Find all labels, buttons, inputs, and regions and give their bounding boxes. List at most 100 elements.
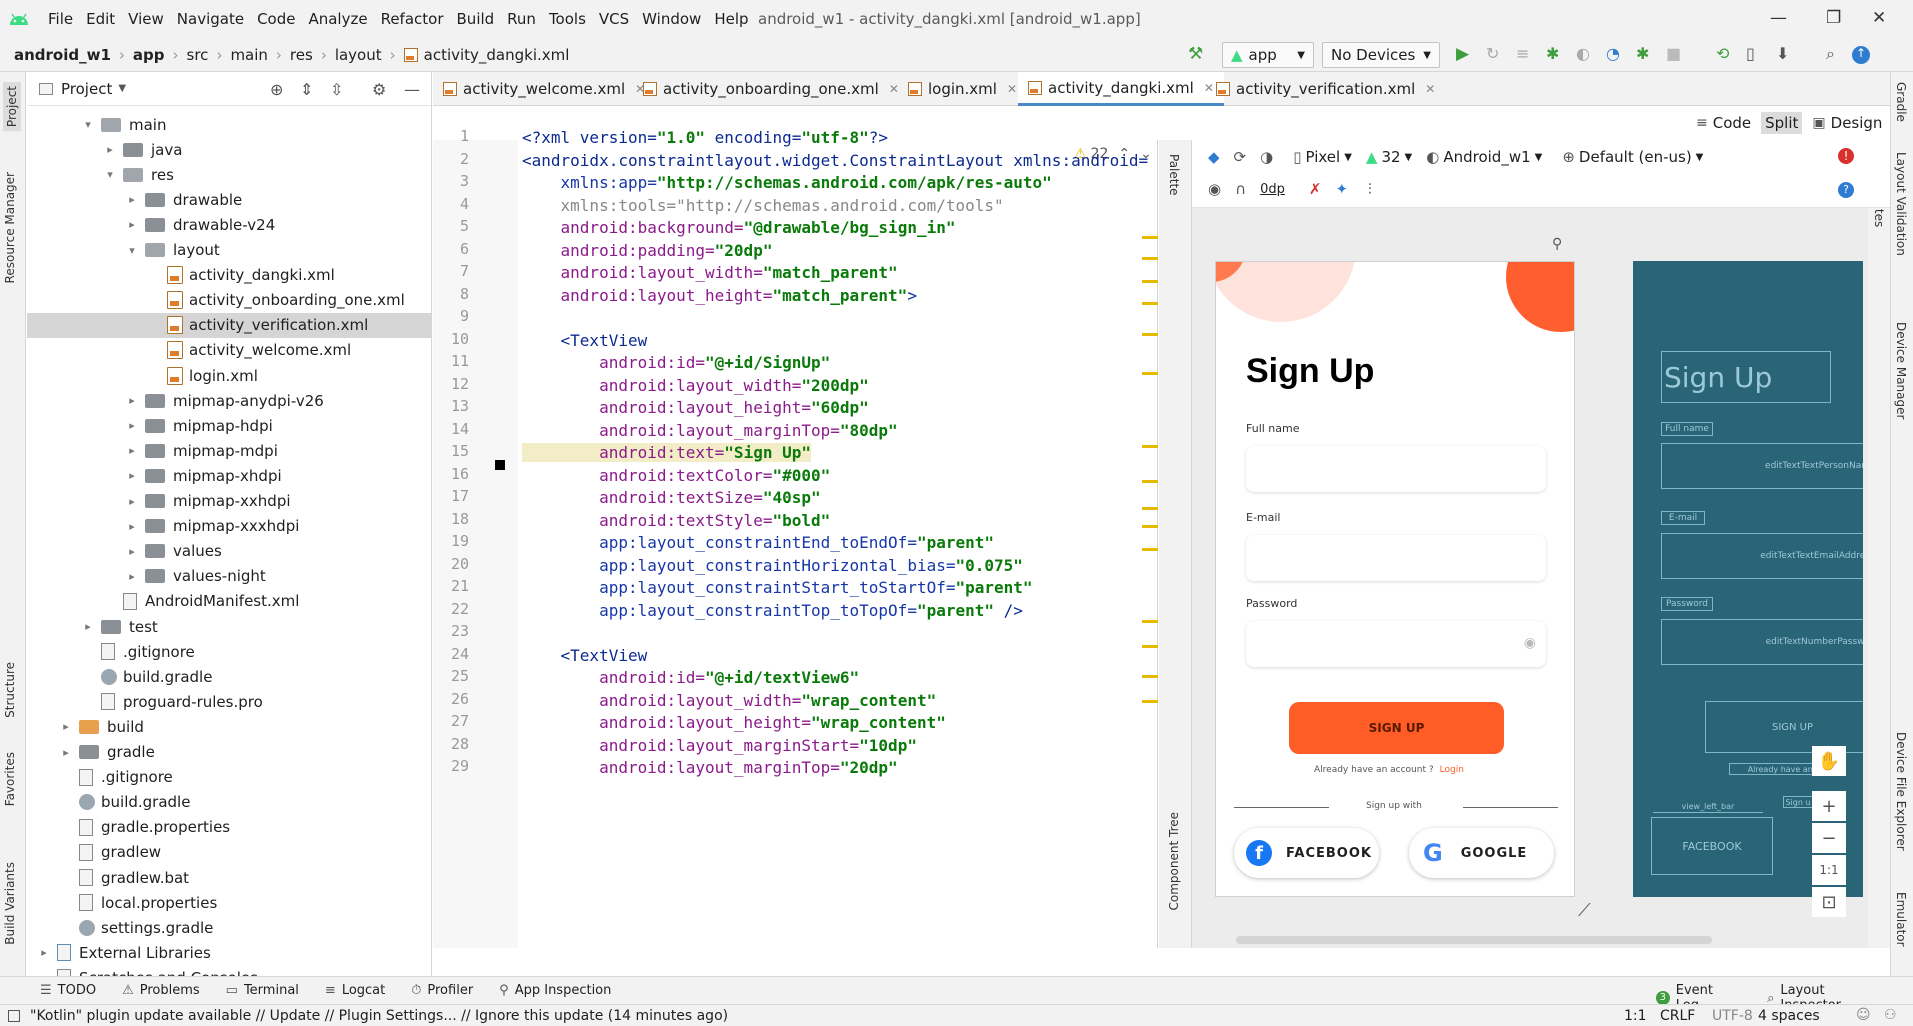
attach-debugger-icon[interactable]: ✱ (1636, 44, 1649, 63)
tree-item[interactable]: ▸ values-night (27, 564, 266, 589)
minimize-button[interactable]: — (1770, 8, 1787, 28)
tree-item[interactable]: build.gradle (27, 790, 190, 815)
device-select[interactable]: Pixel (1305, 148, 1340, 166)
default-margin[interactable]: 0dp (1260, 182, 1285, 197)
zoom-fit-icon[interactable]: ⊡ (1812, 887, 1846, 917)
crumb-file[interactable]: activity_dangki.xml (424, 46, 570, 64)
warning-marker[interactable] (1142, 372, 1158, 375)
debug-icon[interactable]: ✱ (1546, 44, 1559, 63)
tree-item[interactable]: ▸ External Libraries (27, 940, 211, 965)
tree-item[interactable]: ▸ build (27, 714, 144, 739)
warning-marker[interactable] (1142, 236, 1158, 239)
warning-marker[interactable] (1142, 675, 1158, 678)
tree-item[interactable]: ▾ res (27, 162, 174, 187)
component-tree-tab[interactable]: Component Tree (1167, 812, 1181, 910)
tree-item[interactable]: .gitignore (27, 639, 195, 664)
tree-item[interactable]: AndroidManifest.xml (27, 589, 299, 614)
gear-icon[interactable]: ⚙ (372, 80, 386, 99)
expand-arrow-icon[interactable]: ▸ (59, 746, 73, 759)
warning-marker[interactable] (1142, 645, 1158, 648)
zoom-in-button[interactable]: + (1812, 791, 1846, 821)
close-icon[interactable]: ✕ (1425, 82, 1435, 96)
tree-item[interactable]: ▾ main (27, 112, 166, 137)
menu-build[interactable]: Build (457, 10, 495, 28)
indent-setting[interactable]: 4 spaces (1758, 1008, 1820, 1024)
tab-activity-verification[interactable]: activity_verification.xml ✕ (1206, 72, 1445, 106)
bp-password-field[interactable]: editTextNumberPasswo (1661, 619, 1863, 665)
menu-analyze[interactable]: Analyze (308, 10, 367, 28)
maximize-button[interactable]: ❐ (1826, 8, 1841, 28)
warning-marker[interactable] (1142, 333, 1158, 336)
tree-item[interactable]: activity_welcome.xml (27, 338, 351, 363)
tree-item[interactable]: gradlew (27, 840, 161, 865)
attach-icon[interactable]: ◐ (1576, 44, 1590, 63)
horizontal-scrollbar[interactable] (1236, 936, 1712, 944)
tree-item[interactable]: ▸ java (27, 137, 182, 162)
run-config-select[interactable]: ▲ app ▼ (1222, 42, 1314, 68)
locate-icon[interactable]: ⊕ (270, 80, 283, 99)
tree-item[interactable]: activity_verification.xml (27, 312, 432, 338)
color-swatch-icon[interactable] (495, 460, 505, 470)
tree-item[interactable]: local.properties (27, 890, 217, 915)
tree-item[interactable]: gradle.properties (27, 815, 230, 840)
tree-item[interactable]: ▸ mipmap-xxxhdpi (27, 514, 299, 539)
crumb-res[interactable]: res (290, 46, 313, 64)
status-message[interactable]: "Kotlin" plugin update available // Upda… (30, 1008, 728, 1024)
warning-marker[interactable] (1142, 302, 1158, 305)
menu-refactor[interactable]: Refactor (381, 10, 444, 28)
bp-email-label[interactable]: E-mail (1661, 511, 1705, 525)
project-view-select[interactable]: Project (61, 80, 112, 98)
smiley-icon[interactable]: ☺ (1856, 1007, 1871, 1023)
menu-view[interactable]: View (128, 10, 164, 28)
signup-button[interactable]: SIGN UP (1289, 702, 1504, 754)
menu-code[interactable]: Code (257, 10, 295, 28)
expand-arrow-icon[interactable]: ▸ (125, 394, 139, 407)
layers-icon[interactable]: ◆ (1208, 148, 1220, 166)
theme-select[interactable]: Android_w1 (1443, 148, 1530, 166)
toolwindow-todo[interactable]: ☰ TODO (40, 983, 96, 998)
fullname-field[interactable] (1246, 446, 1546, 492)
magnet-icon[interactable]: ∩ (1235, 180, 1246, 198)
tree-item[interactable]: ▸ mipmap-mdpi (27, 438, 278, 463)
apply-changes-icon[interactable]: ↻ (1486, 44, 1499, 63)
warning-marker[interactable] (1142, 480, 1158, 483)
menu-help[interactable]: Help (714, 10, 748, 28)
tree-item[interactable]: ▸ drawable (27, 187, 242, 212)
expand-arrow-icon[interactable]: ▸ (59, 720, 73, 733)
expand-arrow-icon[interactable]: ▸ (125, 469, 139, 482)
menu-navigate[interactable]: Navigate (177, 10, 244, 28)
favorites-tool-tab[interactable]: Favorites (3, 752, 17, 806)
google-button[interactable]: G GOOGLE (1409, 828, 1554, 878)
chevron-down-icon[interactable]: ▼ (118, 83, 126, 94)
device-select[interactable]: No Devices ▼ (1322, 42, 1440, 68)
tree-item[interactable]: ▸ mipmap-hdpi (27, 413, 273, 438)
help-icon[interactable]: ? (1838, 182, 1854, 198)
expand-arrow-icon[interactable]: ▸ (103, 143, 117, 156)
expand-arrow-icon[interactable]: ▸ (125, 419, 139, 432)
update-icon[interactable]: ↑ (1852, 46, 1870, 64)
login-link[interactable]: Login (1440, 765, 1464, 775)
tab-activity-onboarding-one[interactable]: activity_onboarding_one.xml ✕ (633, 72, 909, 106)
bp-fullname-field[interactable]: editTextTextPersonNam (1661, 443, 1863, 489)
facebook-button[interactable]: f FACEBOOK (1234, 828, 1379, 878)
line-separator[interactable]: CRLF (1660, 1008, 1695, 1024)
crumb-main[interactable]: main (230, 46, 267, 64)
warning-marker[interactable] (1142, 507, 1158, 510)
warning-marker[interactable] (1142, 620, 1158, 623)
close-button[interactable]: ✕ (1872, 8, 1886, 28)
guidelines-icon[interactable]: ⫶ (1368, 180, 1372, 198)
orientation-icon[interactable]: ⟳ (1234, 148, 1247, 166)
warning-marker[interactable] (1142, 257, 1158, 260)
warning-marker[interactable] (1142, 445, 1158, 448)
bp-view-left-bar[interactable]: view_left_bar (1653, 801, 1763, 813)
tab-login[interactable]: login.xml ✕ (898, 72, 1027, 106)
avd-manager-icon[interactable]: ▯ (1746, 44, 1755, 63)
emulator-tool-tab[interactable]: Emulator (1894, 892, 1908, 947)
tab-activity-welcome[interactable]: activity_welcome.xml ✕ (433, 72, 655, 106)
expand-arrow-icon[interactable]: ▸ (125, 570, 139, 583)
run-icon[interactable]: ▶ (1456, 44, 1469, 64)
resize-handle-icon[interactable]: ⟋ (1578, 900, 1591, 921)
toolwindow-problems[interactable]: ⚠ Problems (122, 983, 200, 998)
tree-item[interactable]: activity_onboarding_one.xml (27, 288, 405, 313)
structure-tool-tab[interactable]: Structure (3, 662, 17, 718)
